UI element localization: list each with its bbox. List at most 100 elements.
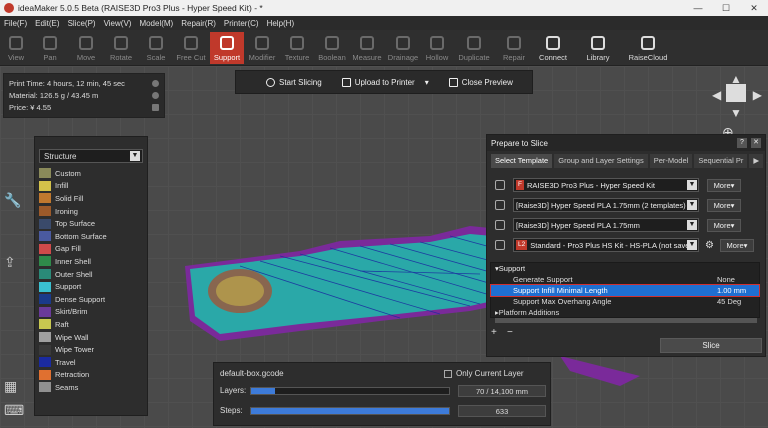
- info-icon[interactable]: [152, 79, 159, 87]
- arrow-right-icon[interactable]: ▶: [753, 88, 762, 102]
- steps-value-box[interactable]: 633: [458, 405, 546, 417]
- legend-swatch: [39, 231, 51, 242]
- table-row[interactable]: Generate Support None: [491, 274, 759, 285]
- tab-sequential[interactable]: Sequential Pr: [694, 154, 748, 168]
- chevron-down-icon[interactable]: ▾: [425, 78, 429, 87]
- tab-scroll-right-icon[interactable]: ▶: [749, 154, 764, 168]
- tool-support[interactable]: Support: [210, 32, 244, 64]
- keyboard-icon[interactable]: ⌨: [4, 402, 24, 418]
- menu-printer[interactable]: Printer(C): [220, 19, 263, 28]
- library-icon: [591, 36, 605, 50]
- close-preview-button[interactable]: Close Preview: [439, 71, 523, 93]
- tool-boolean[interactable]: Boolean: [316, 32, 348, 64]
- connect-icon: [546, 36, 560, 50]
- main-toolbar: View Pan Move Rotate Scale Free Cut Supp…: [0, 30, 768, 66]
- printer-select[interactable]: F RAISE3D Pro3 Plus - Hyper Speed Kit ▼: [513, 178, 699, 192]
- tool-modifier[interactable]: Modifier: [246, 32, 278, 64]
- chevron-down-icon: ▼: [687, 200, 697, 210]
- menu-slice[interactable]: Slice(P): [64, 19, 100, 28]
- close-window-button[interactable]: ✕: [740, 0, 768, 16]
- tab-group-layer-settings[interactable]: Group and Layer Settings: [554, 154, 648, 168]
- legend-mode-select[interactable]: Structure ▼: [39, 149, 143, 163]
- tool-scale[interactable]: Scale: [142, 32, 170, 64]
- legend-swatch: [39, 269, 51, 280]
- printer-more-button[interactable]: More ▾: [707, 178, 741, 192]
- chevron-down-icon: ▼: [130, 151, 140, 161]
- help-icon[interactable]: ?: [737, 138, 747, 148]
- prepare-panel-header: Prepare to Slice ? ✕: [487, 135, 765, 151]
- legend-label: Infill: [55, 181, 69, 191]
- tool-measure[interactable]: Measure: [350, 32, 384, 64]
- settings-table: ▾ Support Generate Support None Support I…: [490, 262, 760, 323]
- legend-swatch: [39, 344, 51, 355]
- tool-library[interactable]: Library: [582, 32, 614, 64]
- legend-item: Wipe Tower: [35, 343, 147, 356]
- save-icon[interactable]: [152, 103, 159, 111]
- ruler-icon: [360, 36, 374, 50]
- tool-repair[interactable]: Repair: [500, 32, 528, 64]
- arrow-left-icon[interactable]: ◀: [712, 88, 721, 102]
- legend-label: Support: [55, 282, 82, 292]
- minimize-button[interactable]: —: [684, 0, 712, 16]
- legend-label: Dense Support: [55, 294, 106, 304]
- info-icon[interactable]: [152, 91, 159, 99]
- menu-edit[interactable]: Edit(E): [31, 19, 63, 28]
- print-time-value: 4 hours, 12 min, 45 sec: [46, 78, 125, 88]
- tool-connect[interactable]: Connect: [536, 32, 570, 64]
- filament2-more-button[interactable]: More ▾: [707, 218, 741, 232]
- menu-help[interactable]: Help(H): [263, 19, 299, 28]
- table-row-highlighted[interactable]: Support Infill Minimal Length 1.00 mm: [490, 284, 760, 297]
- texture-icon: [290, 36, 304, 50]
- tool-move[interactable]: Move: [72, 32, 100, 64]
- calculator-icon[interactable]: ▦: [4, 378, 20, 394]
- start-slicing-button[interactable]: Start Slicing: [256, 71, 332, 93]
- tool-drainage[interactable]: Drainage: [386, 32, 420, 64]
- layers-slider[interactable]: [250, 387, 450, 395]
- tab-per-model[interactable]: Per-Model: [649, 154, 693, 168]
- only-current-layer-checkbox[interactable]: Only Current Layer: [444, 369, 524, 378]
- print-info-panel: Print Time: 4 hours, 12 min, 45 sec Mate…: [3, 73, 165, 118]
- layers-value-box[interactable]: 70 / 14,100 mm: [458, 385, 546, 397]
- arrow-down-icon[interactable]: ▼: [730, 106, 742, 120]
- tool-duplicate[interactable]: Duplicate: [456, 32, 492, 64]
- tool-view[interactable]: View: [2, 32, 30, 64]
- upload-icon: [341, 77, 351, 87]
- close-icon[interactable]: ✕: [751, 138, 761, 148]
- tool-free-cut[interactable]: Free Cut: [174, 32, 208, 64]
- home-view-icon[interactable]: [726, 84, 746, 102]
- menu-view[interactable]: View(V): [100, 19, 136, 28]
- maximize-button[interactable]: ☐: [712, 0, 740, 16]
- chevron-down-icon: ▼: [687, 220, 697, 230]
- remove-icon[interactable]: −: [507, 327, 513, 338]
- horizontal-scrollbar[interactable]: [495, 318, 757, 323]
- slice-button[interactable]: Slice: [660, 338, 762, 353]
- filament1-more-button[interactable]: More ▾: [707, 198, 741, 212]
- tool-raisecloud[interactable]: RaiseCloud: [626, 32, 670, 64]
- template-select[interactable]: L2 Standard - Pro3 Plus HS Kit - HS-PLA (…: [513, 238, 699, 252]
- tab-select-template[interactable]: Select Template: [491, 154, 553, 168]
- export-icon[interactable]: ⇪: [4, 254, 20, 270]
- add-icon[interactable]: +: [491, 327, 497, 338]
- tool-texture[interactable]: Texture: [282, 32, 312, 64]
- menu-model[interactable]: Model(M): [135, 19, 177, 28]
- legend-item: Travel: [35, 356, 147, 369]
- menu-file[interactable]: File(F): [0, 19, 31, 28]
- table-row[interactable]: Support Max Overhang Angle 45 Deg: [491, 296, 759, 307]
- tool-hollow[interactable]: Hollow: [422, 32, 452, 64]
- gear-icon[interactable]: ⚙: [705, 240, 714, 251]
- filament1-select[interactable]: [Raise3D] Hyper Speed PLA 1.75mm (2 temp…: [513, 198, 699, 212]
- table-group-header[interactable]: ▾ Support: [491, 263, 759, 274]
- legend-item: Outer Shell: [35, 268, 147, 281]
- filament2-select[interactable]: [Raise3D] Hyper Speed PLA 1.75mm ▼: [513, 218, 699, 232]
- steps-slider[interactable]: [250, 407, 450, 415]
- tool-pan[interactable]: Pan: [36, 32, 64, 64]
- table-group-header[interactable]: ▸ Platform Additions: [491, 307, 759, 318]
- menu-repair[interactable]: Repair(R): [177, 19, 220, 28]
- upload-to-printer-button[interactable]: Upload to Printer ▾: [332, 71, 439, 93]
- move-icon: [79, 36, 93, 50]
- tool-rotate[interactable]: Rotate: [106, 32, 136, 64]
- legend-label: Custom: [55, 168, 81, 178]
- wrench-icon[interactable]: 🔧: [4, 192, 21, 208]
- material-label: Material:: [9, 90, 38, 100]
- template-more-button[interactable]: More ▾: [719, 238, 754, 252]
